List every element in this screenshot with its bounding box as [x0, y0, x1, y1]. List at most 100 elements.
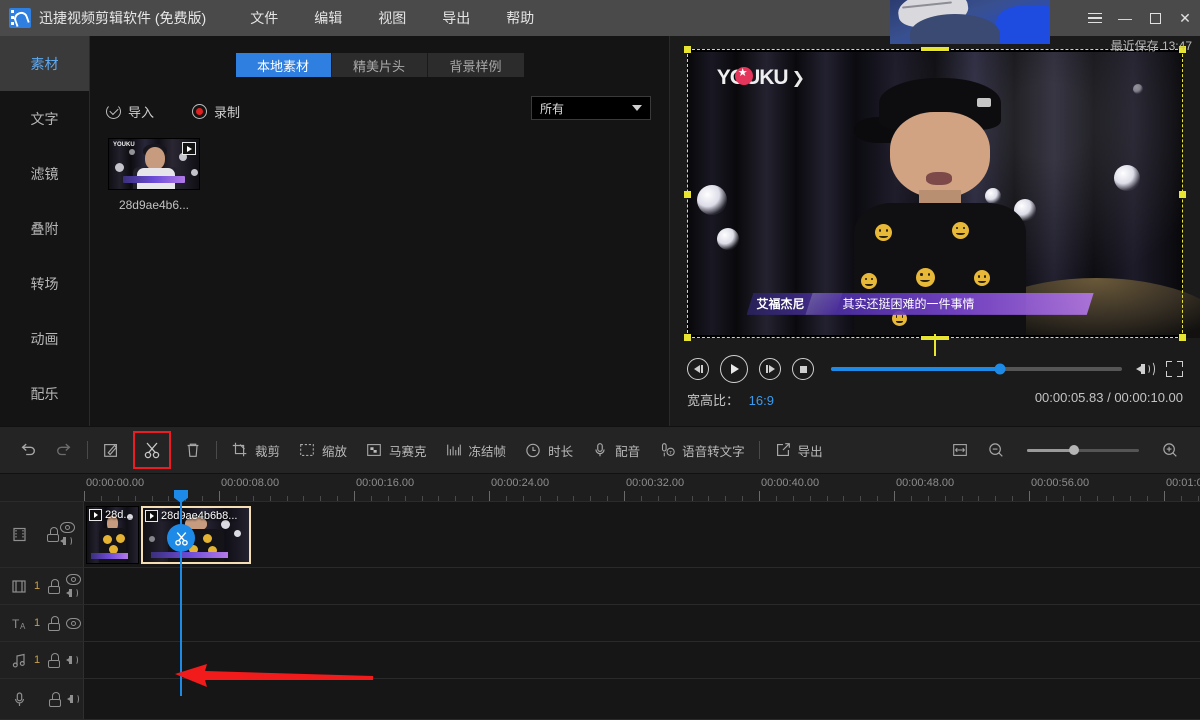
volume-icon[interactable] [1136, 360, 1156, 378]
resize-handle-mr[interactable] [1179, 190, 1186, 198]
eye-icon[interactable] [66, 573, 81, 585]
sidebar-item-music[interactable]: 配乐 [0, 366, 89, 421]
window-controls: — ✕ [1080, 0, 1200, 36]
fullscreen-icon[interactable] [1166, 361, 1183, 377]
timeline-clip-1[interactable]: 28d... [86, 506, 139, 564]
ruler-tick-minor [657, 496, 659, 501]
app-title: 迅捷视频剪辑软件 (免费版) [39, 10, 207, 26]
edit-button[interactable] [93, 433, 129, 467]
play-button[interactable] [720, 355, 748, 383]
media-thumbnail[interactable]: YOUKU [108, 138, 200, 190]
menu-file[interactable]: 文件 [232, 8, 296, 28]
app-logo-icon [9, 8, 31, 28]
redo-button[interactable] [46, 433, 82, 467]
track-header-music[interactable]: 1 [0, 642, 84, 678]
import-button[interactable]: 导入 [106, 102, 154, 121]
ruler-label: 00:00:00.00 [86, 477, 145, 489]
sidebar-item-media[interactable]: 素材 [0, 36, 89, 91]
progress-knob[interactable] [994, 363, 1006, 375]
unlock-icon[interactable] [46, 526, 60, 542]
resize-handle-ml[interactable] [684, 190, 691, 198]
sidebar-item-filter[interactable]: 滤镜 [0, 146, 89, 201]
fit-timeline-button[interactable] [942, 433, 978, 467]
youku-arrow-icon: ❯ [791, 70, 805, 88]
speech-to-text-button[interactable]: T 语音转文字 [649, 433, 754, 467]
scissors-icon [174, 531, 188, 546]
zoom-out-button[interactable] [978, 433, 1014, 467]
resize-handle-br[interactable] [1179, 334, 1186, 341]
unlock-icon[interactable] [47, 615, 61, 631]
clock-icon [526, 443, 540, 458]
unlock-icon[interactable] [47, 652, 61, 668]
menu-help[interactable]: 帮助 [488, 8, 552, 28]
sidebar-item-overlay[interactable]: 叠附 [0, 201, 89, 256]
duration-button[interactable]: 时长 [515, 433, 582, 467]
speaker-icon[interactable] [66, 587, 81, 599]
track-header-voiceover[interactable] [0, 679, 84, 719]
stop-button[interactable] [792, 358, 814, 380]
minimize-icon[interactable]: — [1110, 0, 1140, 36]
ruler-tick-minor [455, 496, 457, 501]
scale-button[interactable]: 缩放 [289, 433, 356, 467]
split-button[interactable] [133, 431, 171, 469]
record-dot-icon [192, 103, 208, 119]
menu-view[interactable]: 视图 [360, 8, 424, 28]
crop-button[interactable]: 裁剪 [222, 433, 289, 467]
freeze-frame-button[interactable]: 冻结帧 [436, 433, 516, 467]
track-body-text[interactable] [84, 605, 1200, 641]
hamburger-menu-icon[interactable] [1080, 0, 1110, 36]
prev-frame-button[interactable] [687, 358, 709, 380]
freeze-frame-icon [446, 444, 461, 456]
zoom-slider-knob[interactable] [1069, 445, 1080, 455]
youku-star-icon [734, 66, 753, 86]
timeline-zoom-slider[interactable] [1027, 445, 1139, 455]
delete-button[interactable] [175, 433, 211, 467]
export-button[interactable]: 导出 [765, 433, 832, 467]
speaker-icon[interactable] [66, 654, 81, 666]
track-body-video-overlay[interactable] [84, 568, 1200, 604]
resize-handle-bl[interactable] [684, 334, 691, 341]
menu-edit[interactable]: 编辑 [296, 8, 360, 28]
eye-icon[interactable] [60, 522, 75, 533]
ruler-label: 00:00:48.00 [896, 477, 955, 489]
tab-intro-templates[interactable]: 精美片头 [331, 53, 428, 77]
unlock-icon[interactable] [48, 691, 62, 707]
ruler-tick-minor [910, 496, 912, 501]
mosaic-button[interactable]: 马赛克 [356, 433, 436, 467]
maximize-icon[interactable] [1140, 0, 1170, 36]
ruler-tick-major [1029, 491, 1030, 501]
mosaic-label: 马赛克 [389, 444, 427, 459]
undo-button[interactable] [10, 433, 46, 467]
zoom-in-button[interactable] [1152, 433, 1188, 467]
record-button[interactable]: 录制 [192, 102, 240, 121]
media-filter-select[interactable]: 所有 [531, 96, 651, 120]
track-header-video-main[interactable] [0, 502, 84, 567]
sidebar-item-transition[interactable]: 转场 [0, 256, 89, 311]
microphone-icon [10, 690, 29, 709]
ruler-tick-minor [573, 496, 575, 501]
speaker-icon[interactable] [60, 535, 75, 547]
speaker-icon[interactable] [67, 693, 82, 705]
video-preview-stage[interactable]: YOUKU ❯ 艾福杰尼 其实还挺困难的一件事情 [684, 46, 1200, 356]
sidebar-item-text[interactable]: 文字 [0, 91, 89, 146]
close-icon[interactable]: ✕ [1170, 0, 1200, 36]
tab-background-samples[interactable]: 背景样例 [427, 53, 524, 77]
sidebar-item-animation[interactable]: 动画 [0, 311, 89, 366]
menu-export[interactable]: 导出 [424, 8, 488, 28]
timeline-clip-2[interactable]: 28d9ae4b6b8... [141, 506, 251, 564]
resize-handle-tl[interactable] [684, 46, 691, 53]
player-meta: 宽高比： 16:9 00:00:05.83 / 00:00:10.00 [687, 390, 1183, 409]
playback-progress-slider[interactable] [831, 363, 1122, 375]
track-body-video-main[interactable]: 28d... 28d9ae4b6b8... [84, 502, 1200, 567]
track-header-text[interactable]: TA 1 [0, 605, 84, 641]
unlock-icon[interactable] [47, 578, 61, 594]
next-frame-button[interactable] [759, 358, 781, 380]
tab-local-media[interactable]: 本地素材 [235, 53, 332, 77]
split-badge[interactable] [167, 524, 195, 552]
resize-handle-top[interactable] [921, 47, 949, 51]
track-header-video-overlay[interactable]: 1 [0, 568, 84, 604]
eye-icon[interactable] [66, 617, 81, 629]
media-item[interactable]: YOUKU 28d9ae4b6... [108, 138, 200, 212]
dubbing-button[interactable]: 配音 [582, 433, 649, 467]
ruler-tick-minor [505, 496, 507, 501]
